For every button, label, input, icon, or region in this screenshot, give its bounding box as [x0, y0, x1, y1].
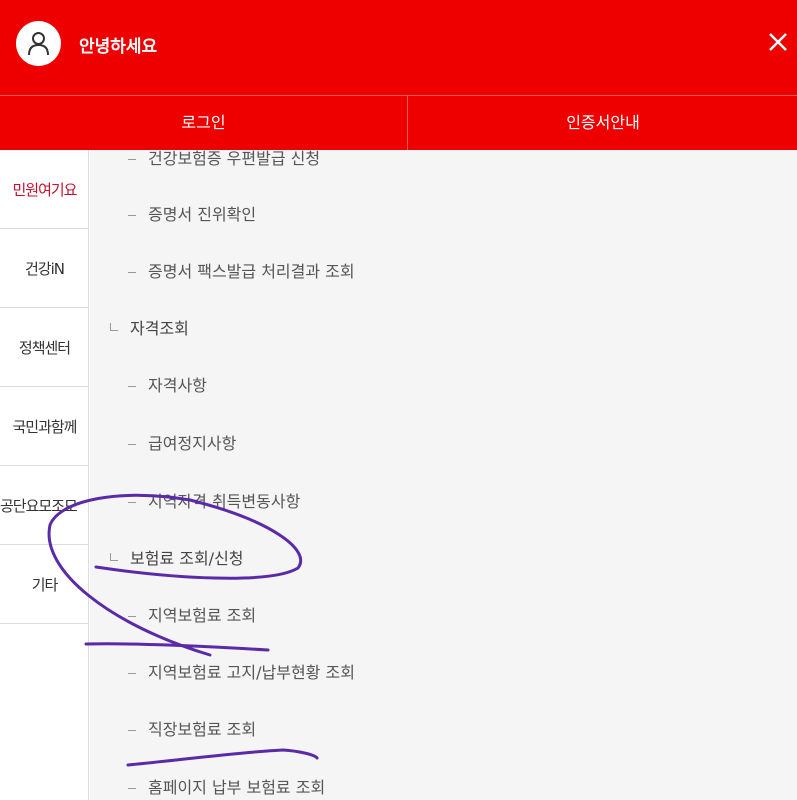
greeting-text: 안녕하세요: [79, 37, 158, 57]
side-nav-item-corporation-info[interactable]: 공단요모조모: [0, 466, 89, 545]
dash-marker: [128, 788, 136, 789]
side-nav-item-etc[interactable]: 기타: [0, 545, 89, 624]
dash-marker: [128, 502, 136, 503]
side-nav-item-with-citizens[interactable]: 국민과함께: [0, 387, 89, 466]
menu-item[interactable]: 지역자격 취득변동사항: [128, 488, 300, 512]
dash-marker: [128, 159, 136, 160]
dash-marker: [128, 272, 136, 273]
login-button[interactable]: 로그인: [0, 96, 408, 150]
menu-item[interactable]: 홈페이지 납부 보험료 조회: [128, 774, 325, 798]
header: 안녕하세요: [0, 0, 797, 95]
menu-group-label: 보험료 조회/신청: [130, 549, 244, 568]
menu-item[interactable]: 지역보험료 조회: [128, 602, 256, 626]
dash-marker: [128, 386, 136, 387]
menu-item-label: 증명서 진위확인: [148, 205, 257, 224]
menu-item[interactable]: 자격사항: [128, 372, 207, 396]
menu-item-label: 건강보험증 우편발급 신청: [148, 150, 321, 168]
submenu-panel: 건강보험증 우편발급 신청 증명서 진위확인 증명서 팩스발급 처리결과 조회 …: [90, 150, 797, 800]
menu-item[interactable]: 지역보험료 고지/납부현황 조회: [128, 659, 355, 683]
menu-item-label: 직장보험료 조회: [148, 720, 257, 739]
dash-marker: [128, 215, 136, 216]
menu-item-label: 지역보험료 고지/납부현황 조회: [148, 663, 355, 682]
menu-item-label: 급여정지사항: [148, 434, 237, 453]
menu-group-label: 자격조회: [130, 319, 189, 338]
user-icon: [28, 32, 49, 56]
dash-marker: [128, 730, 136, 731]
corner-marker: [110, 553, 118, 561]
menu-item[interactable]: 증명서 진위확인: [128, 201, 256, 225]
dash-marker: [128, 616, 136, 617]
close-button[interactable]: [764, 28, 792, 56]
menu-item[interactable]: 건강보험증 우편발급 신청: [128, 150, 320, 169]
menu-item-label: 지역보험료 조회: [148, 606, 257, 625]
dash-marker: [128, 444, 136, 445]
menu-group[interactable]: 자격조회: [110, 315, 189, 339]
auth-bar: 로그인 인증서안내: [0, 95, 797, 150]
side-nav: 민원여기요 건강iN 정책센터 국민과함께 공단요모조모 기타: [0, 150, 89, 800]
menu-item-label: 지역자격 취득변동사항: [148, 492, 301, 511]
menu-item[interactable]: 직장보험료 조회: [128, 716, 256, 740]
side-nav-item-civil-service[interactable]: 민원여기요: [0, 150, 89, 229]
menu-item[interactable]: 증명서 팩스발급 처리결과 조회: [128, 258, 355, 282]
dash-marker: [128, 673, 136, 674]
certificate-guide-button[interactable]: 인증서안내: [409, 96, 797, 150]
menu-group[interactable]: 보험료 조회/신청: [110, 545, 244, 569]
menu-item-label: 홈페이지 납부 보험료 조회: [148, 778, 326, 797]
menu-item[interactable]: 급여정지사항: [128, 430, 236, 454]
close-icon: [769, 33, 787, 51]
side-nav-item-health-in[interactable]: 건강iN: [0, 229, 89, 308]
corner-marker: [110, 323, 118, 331]
side-nav-item-policy-center[interactable]: 정책센터: [0, 308, 89, 387]
menu-item-label: 증명서 팩스발급 처리결과 조회: [148, 262, 355, 281]
menu-item-label: 자격사항: [148, 376, 207, 395]
avatar[interactable]: [16, 21, 61, 66]
